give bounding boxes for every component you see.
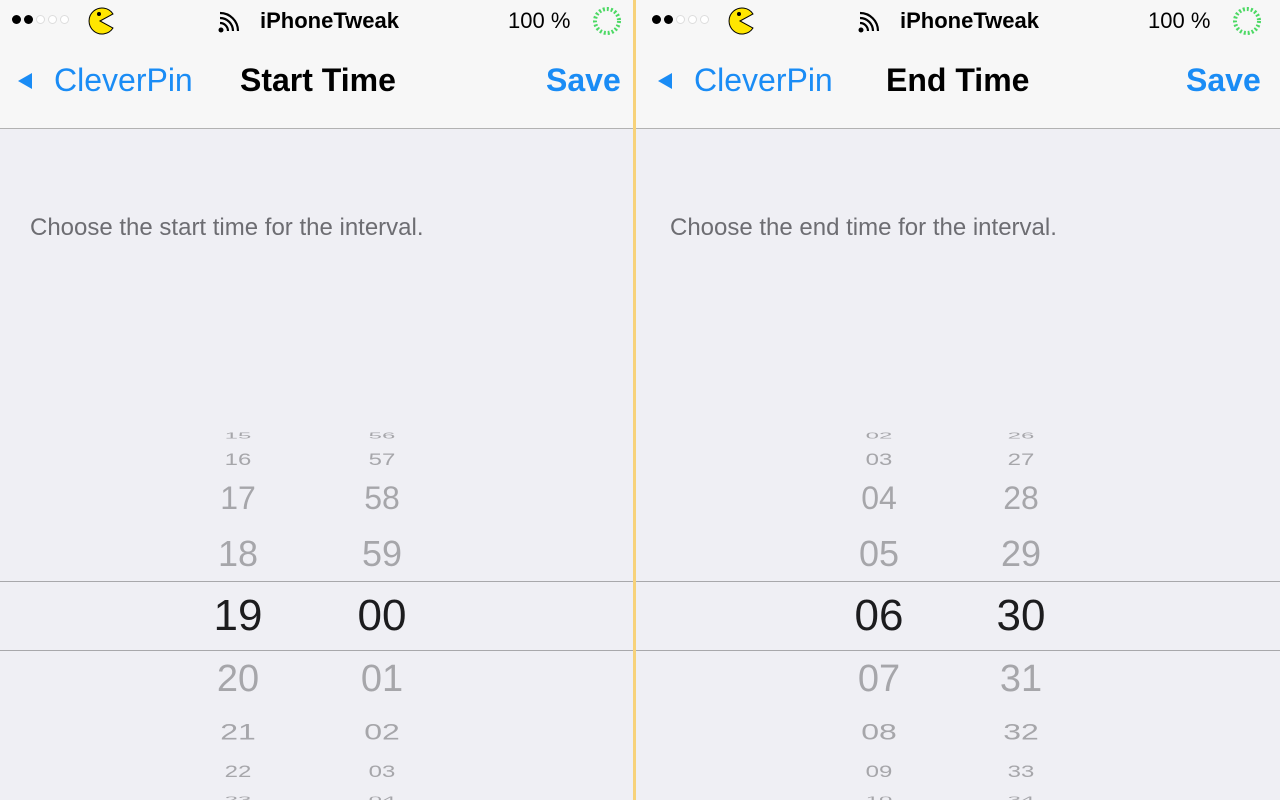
hour-option[interactable]: 07 [819, 660, 939, 698]
hour-option[interactable]: 05 [819, 536, 939, 572]
carrier-name: iPhoneTweak [900, 8, 1039, 33]
minute-option[interactable]: 56 [322, 432, 442, 440]
hour-option[interactable]: 17 [178, 482, 298, 514]
minute-option[interactable]: 03 [322, 763, 442, 781]
instruction-text: Choose the start time for the interval. [30, 214, 424, 241]
selected-minute[interactable]: 00 [322, 594, 442, 638]
hour-option[interactable]: 03 [819, 451, 939, 469]
selected-hour[interactable]: 19 [178, 594, 298, 638]
wifi-icon [218, 11, 240, 33]
battery-percentage: 100 % [508, 8, 571, 33]
minute-option[interactable]: 27 [961, 451, 1081, 469]
top-bar: iPhoneTweak 100 % CleverPin End Time Sav… [636, 0, 1280, 129]
back-arrow-icon [18, 72, 32, 89]
hour-option[interactable]: 08 [819, 721, 939, 743]
selected-minute[interactable]: 30 [961, 594, 1081, 638]
minute-option[interactable]: 32 [961, 721, 1081, 743]
save-button[interactable]: Save [546, 62, 621, 99]
hour-option[interactable]: 18 [178, 536, 298, 572]
back-arrow-icon [658, 72, 672, 89]
save-button[interactable]: Save [1186, 62, 1261, 99]
loading-ring-icon [593, 7, 621, 35]
minute-wheel[interactable]: 56 57 58 59 00 01 02 03 04 [322, 430, 442, 800]
hour-wheel[interactable]: 02 03 04 05 06 07 08 09 10 [819, 430, 939, 800]
hour-option[interactable]: 02 [819, 432, 939, 440]
minute-option[interactable]: 28 [961, 482, 1081, 514]
hour-wheel[interactable]: 15 16 17 18 19 20 21 22 23 [178, 430, 298, 800]
picker-selection-bottom-line [636, 650, 1280, 651]
battery-percentage: 100 % [1148, 8, 1211, 33]
instruction-text: Choose the end time for the interval. [670, 214, 1057, 241]
hour-option[interactable]: 23 [178, 796, 298, 800]
status-bar: iPhoneTweak 100 % [636, 0, 1280, 42]
end-time-screen: iPhoneTweak 100 % CleverPin End Time Sav… [636, 0, 1280, 800]
back-button[interactable]: CleverPin [658, 62, 833, 99]
picker-selection-top-line [0, 581, 633, 582]
start-time-screen: iPhoneTweak 100 % CleverPin Start Time S… [0, 0, 633, 800]
back-button-label: CleverPin [54, 62, 193, 98]
picker-selection-top-line [636, 581, 1280, 582]
time-picker[interactable]: 02 03 04 05 06 07 08 09 10 26 27 28 29 30 31 32 33 34 [636, 430, 1280, 800]
picker-selection-bottom-line [0, 650, 633, 651]
hour-option[interactable]: 21 [178, 721, 298, 743]
time-picker[interactable]: 15 16 17 18 19 20 21 22 23 56 57 58 59 00 01 02 03 04 [0, 430, 633, 800]
selected-hour[interactable]: 06 [819, 594, 939, 638]
minute-option[interactable]: 02 [322, 721, 442, 743]
back-button[interactable]: CleverPin [18, 62, 193, 99]
hour-option[interactable]: 10 [819, 796, 939, 800]
hour-option[interactable]: 09 [819, 763, 939, 781]
hour-option[interactable]: 16 [178, 451, 298, 469]
minute-option[interactable]: 34 [961, 796, 1081, 800]
minute-option[interactable]: 33 [961, 763, 1081, 781]
carrier-name: iPhoneTweak [260, 8, 399, 33]
hour-option[interactable]: 04 [819, 482, 939, 514]
top-bar: iPhoneTweak 100 % CleverPin Start Time S… [0, 0, 633, 129]
hour-option[interactable]: 15 [178, 432, 298, 440]
signal-strength-icon [652, 15, 709, 24]
page-title: Start Time [240, 62, 396, 98]
minute-option[interactable]: 57 [322, 451, 442, 469]
split-screenshot: iPhoneTweak 100 % CleverPin Start Time S… [0, 0, 1280, 800]
minute-option[interactable]: 26 [961, 432, 1081, 440]
minute-option[interactable]: 04 [322, 796, 442, 800]
hour-option[interactable]: 20 [178, 660, 298, 698]
pacman-icon [728, 7, 754, 35]
pacman-icon [88, 7, 114, 35]
minute-option[interactable]: 31 [961, 660, 1081, 698]
hour-option[interactable]: 22 [178, 763, 298, 781]
minute-option[interactable]: 59 [322, 536, 442, 572]
signal-strength-icon [12, 15, 69, 24]
loading-ring-icon [1233, 7, 1261, 35]
minute-option[interactable]: 58 [322, 482, 442, 514]
status-bar: iPhoneTweak 100 % [0, 0, 633, 42]
minute-option[interactable]: 29 [961, 536, 1081, 572]
minute-wheel[interactable]: 26 27 28 29 30 31 32 33 34 [961, 430, 1081, 800]
back-button-label: CleverPin [694, 62, 833, 98]
page-title: End Time [886, 62, 1030, 98]
minute-option[interactable]: 01 [322, 660, 442, 698]
wifi-icon [858, 11, 880, 33]
